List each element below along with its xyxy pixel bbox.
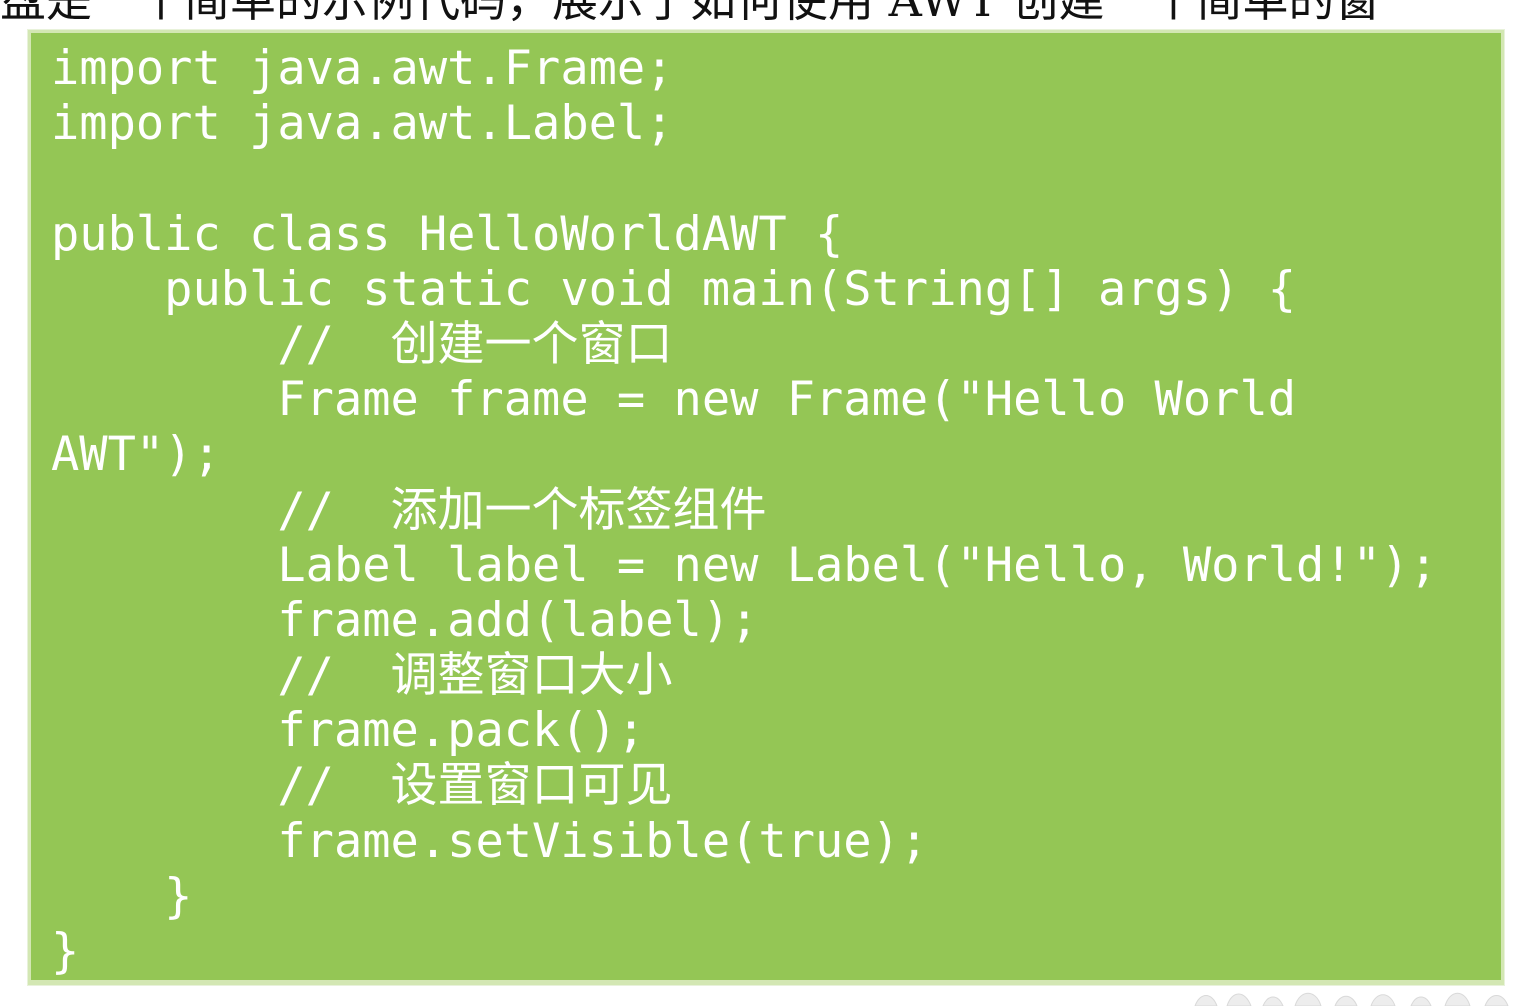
intro-text: 盘是一个简单的示例代码，展示了如何使用 AWT 创建一个简单的窗	[0, 0, 1381, 27]
code-line: }	[51, 868, 193, 924]
code-comment: // 添加一个标签组件	[51, 482, 767, 538]
code-line: }	[51, 924, 80, 979]
code-line: Frame frame = new Frame("Hello World	[51, 372, 1297, 428]
code-comment: // 创建一个窗口	[51, 316, 673, 372]
code-line: frame.pack();	[51, 703, 646, 759]
floral-border-icon	[1185, 984, 1525, 1006]
code-line: public class HelloWorldAWT {	[51, 206, 844, 262]
code-comment: // 设置窗口可见	[51, 758, 673, 814]
code-block: import java.awt.Frame; import java.awt.L…	[28, 30, 1504, 985]
code-line: AWT");	[51, 427, 221, 483]
code-line: Label label = new Label("Hello, World!")…	[51, 537, 1438, 593]
code-line: public static void main(String[] args) {	[51, 261, 1297, 317]
code-line: frame.setVisible(true);	[51, 813, 929, 869]
slide-page: 盘是一个简单的示例代码，展示了如何使用 AWT 创建一个简单的窗 import …	[0, 0, 1525, 1006]
code-line: import java.awt.Label;	[51, 96, 674, 152]
code-line: frame.add(label);	[51, 592, 759, 648]
code-line: import java.awt.Frame;	[51, 41, 674, 96]
code-comment: // 调整窗口大小	[51, 648, 673, 704]
